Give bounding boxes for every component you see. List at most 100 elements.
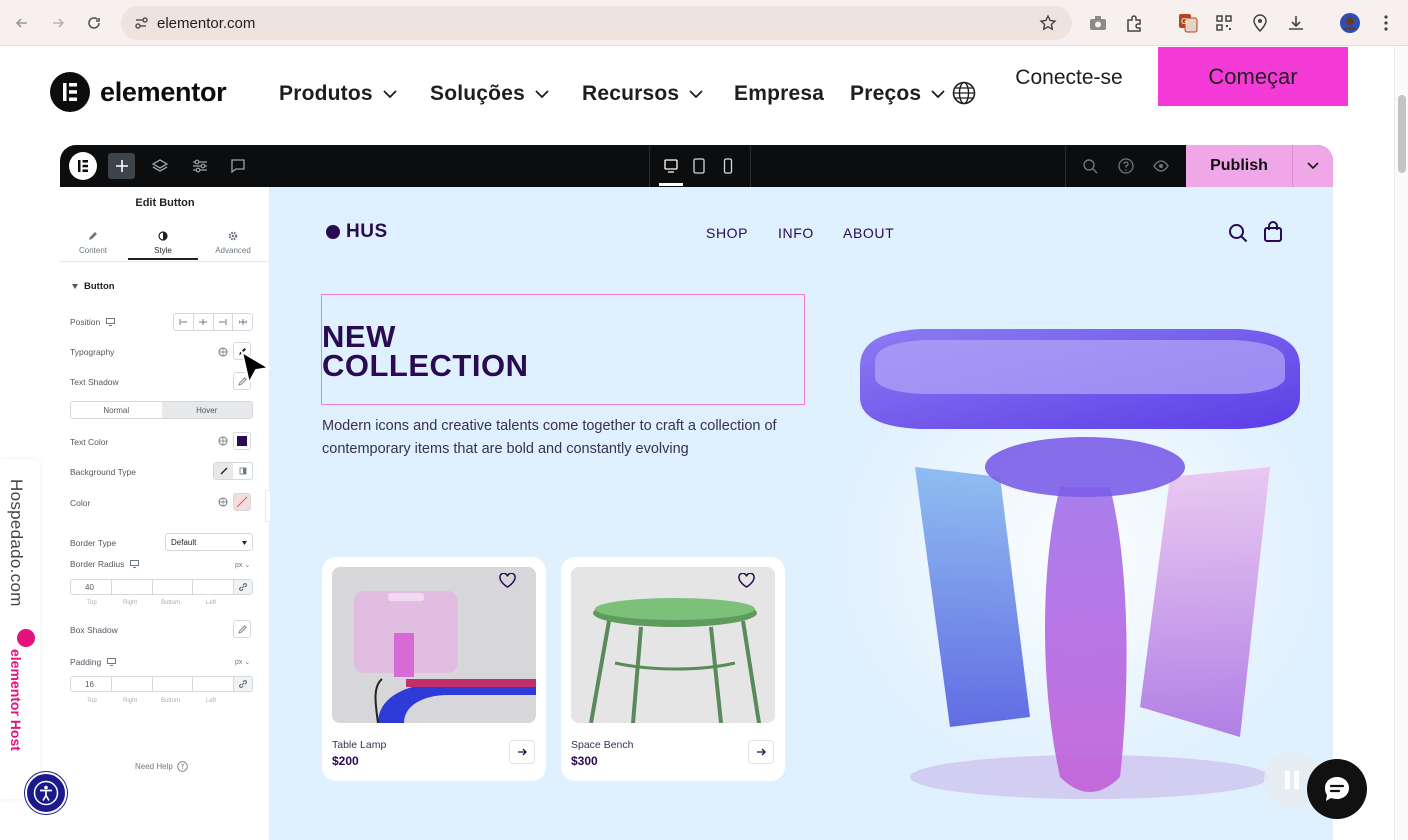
need-help-link[interactable]: Need Help ? — [135, 761, 188, 772]
site-nav-info[interactable]: INFO — [778, 225, 814, 241]
elementor-menu-icon[interactable] — [69, 152, 97, 180]
padding-bottom-input[interactable] — [153, 677, 194, 691]
site-info-icon[interactable] — [133, 15, 149, 31]
help-icon[interactable] — [1116, 156, 1136, 176]
mobile-view-icon[interactable] — [718, 156, 738, 176]
nav-recursos[interactable]: Recursos — [582, 82, 703, 106]
site-nav-shop[interactable]: SHOP — [706, 225, 748, 241]
reload-icon[interactable] — [82, 11, 106, 35]
padding-left-input[interactable] — [193, 677, 234, 691]
qr-code-icon[interactable] — [1212, 11, 1236, 35]
brush-icon[interactable] — [214, 463, 233, 479]
product-card[interactable]: Space Bench $300 — [561, 557, 785, 781]
logo-dot — [326, 225, 340, 239]
align-center-icon[interactable] — [194, 314, 214, 330]
elementor-logo[interactable]: elementor — [50, 72, 227, 112]
chevron-down-icon — [535, 89, 549, 98]
section-header-button[interactable]: Button — [72, 281, 115, 292]
global-icon[interactable] — [214, 343, 232, 361]
tablet-view-icon[interactable] — [689, 156, 709, 176]
desktop-view-icon[interactable] — [661, 156, 681, 176]
border-type-select[interactable]: Default — [165, 533, 253, 551]
browser-menu-icon[interactable] — [1374, 11, 1398, 35]
unit-selector[interactable]: px ⌄ — [235, 658, 250, 666]
box-shadow-label: Box Shadow — [70, 625, 118, 635]
border-radius-label: Border Radius — [70, 559, 140, 569]
page-scrollbar[interactable] — [1394, 47, 1408, 840]
add-element-icon[interactable] — [108, 153, 135, 179]
address-bar[interactable]: elementor.com — [121, 6, 1072, 40]
link-icon[interactable] — [234, 580, 252, 594]
state-tab-normal[interactable]: Normal — [71, 402, 162, 418]
nav-produtos[interactable]: Produtos — [279, 82, 397, 106]
heart-icon[interactable] — [499, 573, 516, 588]
accessibility-button[interactable] — [25, 772, 67, 814]
state-tab-hover[interactable]: Hover — [161, 402, 252, 418]
globe-icon[interactable] — [952, 81, 976, 105]
preview-eye-icon[interactable] — [1151, 156, 1171, 176]
camera-icon[interactable] — [1086, 11, 1110, 35]
back-icon[interactable] — [10, 11, 34, 35]
location-pin-icon[interactable] — [1248, 11, 1272, 35]
elementor-logo-icon — [50, 72, 90, 112]
label-text: Position — [70, 317, 101, 327]
arrow-right-icon[interactable] — [509, 740, 535, 764]
chat-button[interactable] — [1307, 759, 1367, 819]
scroll-thumb[interactable] — [1398, 95, 1406, 173]
edit-pencil-icon[interactable] — [233, 620, 251, 638]
hosted-badge[interactable]: Hospedado.com elementor Host — [0, 459, 40, 799]
layers-icon[interactable] — [150, 156, 170, 176]
radius-left-input[interactable] — [193, 580, 234, 594]
unit-selector[interactable]: px ⌄ — [235, 561, 250, 569]
dim-label-right: Right — [123, 698, 138, 704]
site-nav-about[interactable]: ABOUT — [843, 225, 894, 241]
global-icon[interactable] — [214, 493, 232, 511]
tab-content[interactable]: Content — [63, 231, 123, 255]
publish-options-dropdown[interactable] — [1292, 145, 1333, 187]
search-icon[interactable] — [1228, 223, 1248, 243]
forward-icon[interactable] — [46, 11, 70, 35]
hus-logo[interactable]: HUS — [326, 221, 388, 243]
gradient-icon[interactable] — [233, 463, 252, 479]
nav-solucoes[interactable]: Soluções — [430, 82, 549, 106]
brand-text: elementor Host — [8, 649, 24, 751]
editor-canvas: HUS SHOP INFO ABOUT NEW COLLECTION Moder… — [270, 187, 1333, 840]
radius-top-input[interactable]: 40 — [71, 580, 112, 594]
tab-advanced[interactable]: Advanced — [203, 231, 263, 255]
padding-right-input[interactable] — [112, 677, 153, 691]
search-icon[interactable] — [1080, 156, 1100, 176]
product-card[interactable]: Table Lamp $200 — [322, 557, 546, 781]
comment-icon[interactable] — [228, 156, 248, 176]
publish-button-group: Publish — [1186, 145, 1333, 187]
active-device-indicator — [659, 183, 683, 186]
extensions-icon[interactable] — [1122, 11, 1146, 35]
shopping-bag-icon[interactable] — [1263, 221, 1283, 243]
text-color-swatch[interactable] — [233, 432, 251, 450]
bookmark-star-icon[interactable] — [1039, 14, 1057, 32]
padding-top-input[interactable]: 16 — [71, 677, 112, 691]
heart-icon[interactable] — [738, 573, 755, 588]
nav-precos[interactable]: Preços — [850, 82, 945, 106]
align-end-icon[interactable] — [214, 314, 234, 330]
radius-bottom-input[interactable] — [153, 580, 194, 594]
link-icon[interactable] — [234, 677, 252, 691]
download-icon[interactable] — [1284, 11, 1308, 35]
global-icon[interactable] — [214, 432, 232, 450]
profile-avatar[interactable] — [1338, 11, 1362, 35]
align-start-icon[interactable] — [174, 314, 194, 330]
nav-label: Soluções — [430, 82, 525, 105]
arrow-right-icon[interactable] — [748, 740, 774, 764]
settings-sliders-icon[interactable] — [190, 156, 210, 176]
unit-text: px — [235, 659, 243, 666]
align-stretch-icon[interactable] — [233, 314, 252, 330]
login-link[interactable]: Conecte-se — [1010, 63, 1128, 93]
publish-button[interactable]: Publish — [1186, 145, 1292, 187]
color-swatch-empty[interactable] — [233, 493, 251, 511]
logo-text: elementor — [100, 76, 227, 107]
tab-label: Advanced — [215, 246, 251, 255]
start-button[interactable]: Começar — [1158, 47, 1348, 106]
nav-empresa[interactable]: Empresa — [734, 82, 824, 106]
radius-right-input[interactable] — [112, 580, 153, 594]
tab-style[interactable]: Style — [133, 231, 193, 255]
translate-icon[interactable]: G — [1176, 11, 1200, 35]
